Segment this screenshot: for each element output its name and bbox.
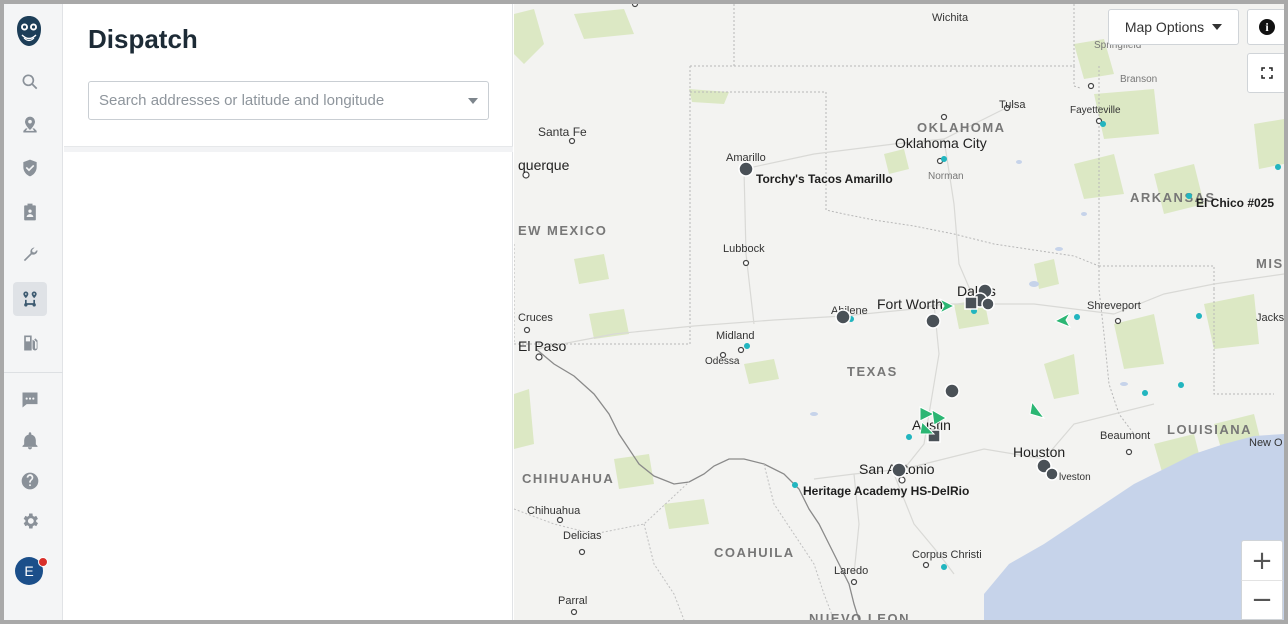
search-icon: [22, 74, 38, 90]
panel-divider: [64, 146, 513, 152]
sidebar-nav: E: [4, 4, 63, 620]
nav-compliance[interactable]: [13, 195, 47, 229]
notification-badge: [38, 557, 48, 567]
dispatch-panel: Dispatch: [64, 4, 513, 620]
nav-search[interactable]: [13, 65, 47, 99]
shield-icon: [23, 159, 37, 177]
map-options-button[interactable]: Map Options: [1108, 9, 1239, 45]
app-window: E Dispatch Search addresses or latitude …: [4, 4, 1284, 620]
map-pin-icon: [23, 116, 37, 133]
wrench-icon: [23, 247, 38, 262]
nav-fuel[interactable]: [13, 326, 47, 360]
nav-dispatch[interactable]: [13, 282, 47, 316]
bell-icon: [22, 432, 38, 450]
location-pin-icon: [744, 121, 1282, 575]
nav-divider: [4, 372, 63, 373]
info-icon: i: [1259, 19, 1275, 35]
messages-icon: [22, 392, 38, 408]
fuel-icon: [24, 335, 38, 351]
owl-logo-icon[interactable]: [16, 15, 42, 47]
nav-safety[interactable]: [13, 151, 47, 185]
nav-messages[interactable]: [13, 383, 47, 417]
address-search-dropdown[interactable]: [88, 81, 489, 120]
zoom-in-button[interactable]: +: [1241, 540, 1283, 580]
nav-alerts[interactable]: [13, 424, 47, 458]
nav-help[interactable]: [13, 464, 47, 498]
gear-icon: [23, 513, 38, 529]
chevron-down-icon[interactable]: [468, 98, 478, 104]
nav-location[interactable]: [13, 108, 47, 142]
clipboard-icon: [24, 203, 36, 221]
help-icon: [21, 472, 39, 490]
zoom-out-button[interactable]: −: [1241, 580, 1283, 620]
page-title: Dispatch: [88, 24, 198, 54]
fullscreen-icon: [1261, 67, 1273, 79]
nav-maintenance[interactable]: [13, 238, 47, 272]
vehicle-marker: [738, 161, 1059, 481]
map-options-label: Map Options: [1124, 19, 1205, 35]
map-markers[interactable]: [514, 4, 1284, 620]
chevron-down-icon: [1212, 24, 1223, 30]
map-info-button[interactable]: i: [1247, 9, 1284, 45]
map-view[interactable]: Wichita Springfield Branson Tulsa Fayett…: [514, 4, 1284, 620]
fullscreen-button[interactable]: [1247, 53, 1284, 93]
nav-settings[interactable]: [13, 504, 47, 538]
address-search-input[interactable]: [99, 82, 459, 119]
dispatch-route-icon: [23, 291, 37, 307]
